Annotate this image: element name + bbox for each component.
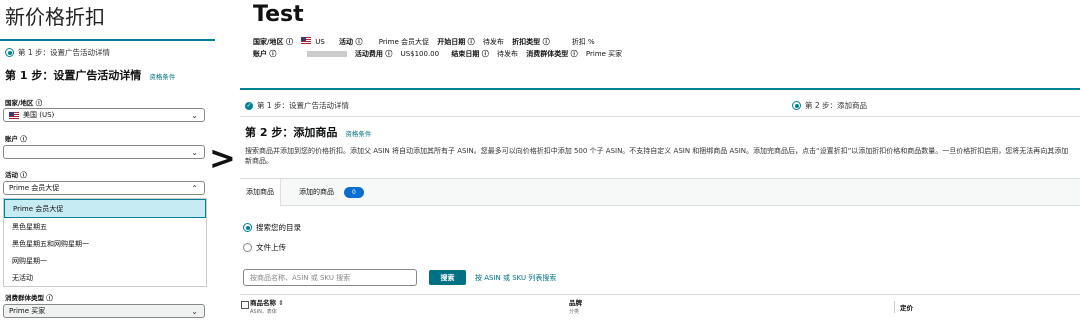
tab-bar: 添加商品 添加的商品 0 (240, 178, 1080, 207)
country-select[interactable]: 美国 (US) ⌄ (3, 108, 205, 122)
section-heading: 第 2 步：添加商品 资格条件 (245, 124, 371, 140)
us-flag-icon (301, 37, 312, 44)
col-brand: 品牌 分类 (569, 297, 582, 315)
event-dropdown-menu: Prime 会员大促 黑色星期五 黑色星期五和网购星期一 网购星期一 无活动 (3, 198, 207, 287)
select-all-checkbox[interactable] (241, 301, 249, 309)
tab-label: 添加商品 (246, 188, 274, 196)
radio-unselected-icon (243, 243, 252, 252)
section-heading-text: 第 1 步：设置广告活动详情 (5, 69, 142, 82)
radio-label: 搜索您的目录 (256, 223, 301, 232)
meta-value: Prime 会员大促 (378, 38, 429, 46)
search-button[interactable]: 搜索 (429, 270, 466, 285)
meta-value: 待发布 (497, 50, 518, 58)
col-sublabel: ASIN，表体 (250, 309, 277, 315)
column-divider (894, 301, 895, 313)
instructions-text: 搜索商品并添加到您的价格折扣。添加父 ASIN 将自动添加其所有子 ASIN。您… (245, 147, 1069, 165)
meta-key: 开始日期 ⓘ (437, 38, 475, 46)
meta-key: 账户 ⓘ (253, 50, 277, 58)
account-label: 账户 ⓘ (5, 135, 27, 143)
eligibility-link[interactable]: 资格条件 (149, 73, 175, 81)
event-option[interactable]: 黑色星期五和网购星期一 (4, 235, 206, 252)
meta-key: 结束日期 ⓘ (451, 50, 489, 58)
section-heading-text: 第 2 步：添加商品 (245, 126, 338, 139)
meta-key: 活动 ⓘ (339, 38, 363, 46)
left-panel: 新价格折扣 第 1 步：设置广告活动详情 第 1 步：设置广告活动详情 资格条件 … (0, 0, 215, 323)
step-indicator: 第 1 步：设置广告活动详情 (5, 47, 110, 58)
meta-key: 折扣类型 ⓘ (512, 38, 550, 46)
radio-search-catalog[interactable]: 搜索您的目录 (243, 222, 301, 233)
table-header: 商品名称 ⇕ ASIN，表体 品牌 分类 定价 (240, 294, 1080, 324)
progress-line (240, 88, 1080, 90)
event-option[interactable]: Prime 会员大促 (4, 199, 206, 218)
meta-value: 折扣 % (571, 38, 595, 46)
chevron-down-icon: ⌄ (191, 111, 198, 120)
redacted-value (306, 51, 347, 57)
count-badge: 0 (344, 186, 364, 198)
campaign-title: Test (253, 2, 304, 27)
step-label: 第 1 步：设置广告活动详情 (18, 48, 111, 57)
col-price: 定价 (900, 304, 913, 312)
step-label: 第 1 步：设置广告活动详情 (257, 101, 350, 110)
product-search-input[interactable]: 按商品名称、ASIN 或 SKU 搜索 (243, 269, 417, 286)
sort-icon: ⇕ (278, 299, 284, 307)
asin-list-search-link[interactable]: 按 ASIN 或 SKU 列表搜索 (475, 273, 556, 283)
country-value: 美国 (US) (23, 111, 55, 119)
meta-value: Prime 买家 (585, 50, 623, 58)
step-label: 第 2 步：添加商品 (805, 101, 868, 110)
event-option[interactable]: 黑色星期五 (4, 218, 206, 235)
event-option[interactable]: 无活动 (4, 269, 206, 286)
meta-key: 活动费用 ⓘ (354, 50, 393, 58)
audience-value: Prime 买家 (9, 307, 46, 315)
us-flag-icon (9, 111, 19, 119)
meta-value: 待发布 (482, 38, 504, 46)
meta-key: 国家/地区 ⓘ (253, 38, 293, 46)
section-heading: 第 1 步：设置广告活动详情 资格条件 (5, 67, 175, 83)
tab-add-products[interactable]: 添加商品 (240, 179, 281, 207)
step2-indicator: 第 2 步：添加商品 (792, 100, 867, 111)
progress-line (0, 39, 215, 41)
audience-label: 消费群体类型 ⓘ (5, 294, 53, 302)
tab-added-products[interactable]: 添加的商品 0 (293, 179, 370, 205)
radio-selected-icon (792, 101, 801, 110)
event-label: 活动 ⓘ (5, 171, 27, 179)
event-option[interactable]: 网购星期一 (4, 252, 206, 269)
chevron-down-icon: ⌄ (191, 307, 198, 316)
col-sublabel: 分类 (569, 309, 580, 315)
col-product-name[interactable]: 商品名称 ⇕ ASIN，表体 (250, 297, 284, 315)
right-panel: Test 国家/地区 ⓘ US 活动 ⓘ Prime 会员大促 开始日期 ⓘ 待… (240, 0, 1080, 323)
page-title: 新价格折扣 (5, 5, 105, 29)
radio-selected-icon (5, 48, 14, 57)
radio-label: 文件上传 (256, 243, 286, 252)
col-label: 商品名称 (250, 299, 276, 307)
radio-selected-icon (243, 223, 252, 232)
meta-value: US$100.00 (400, 50, 440, 58)
chevron-up-icon: ⌃ (191, 184, 198, 193)
account-select[interactable]: ⌄ (3, 145, 205, 159)
col-label: 品牌 (569, 299, 582, 307)
step1-indicator[interactable]: ✓ 第 1 步：设置广告活动详情 (245, 100, 349, 111)
audience-select[interactable]: Prime 买家 ⌄ (3, 304, 205, 318)
eligibility-link[interactable]: 资格条件 (345, 130, 371, 138)
event-value: Prime 会员大促 (9, 184, 60, 192)
meta-value: US (315, 38, 325, 46)
checkmark-icon: ✓ (245, 101, 253, 110)
event-select[interactable]: Prime 会员大促 ⌃ (3, 181, 205, 195)
meta-key: 消费群体类型 ⓘ (526, 50, 578, 58)
divider (240, 116, 1080, 117)
radio-file-upload[interactable]: 文件上传 (243, 242, 286, 253)
chevron-down-icon: ⌄ (191, 148, 198, 157)
country-label: 国家/地区 ⓘ (5, 99, 43, 107)
tab-label: 添加的商品 (299, 188, 334, 196)
arrow-icon: > (209, 139, 236, 177)
